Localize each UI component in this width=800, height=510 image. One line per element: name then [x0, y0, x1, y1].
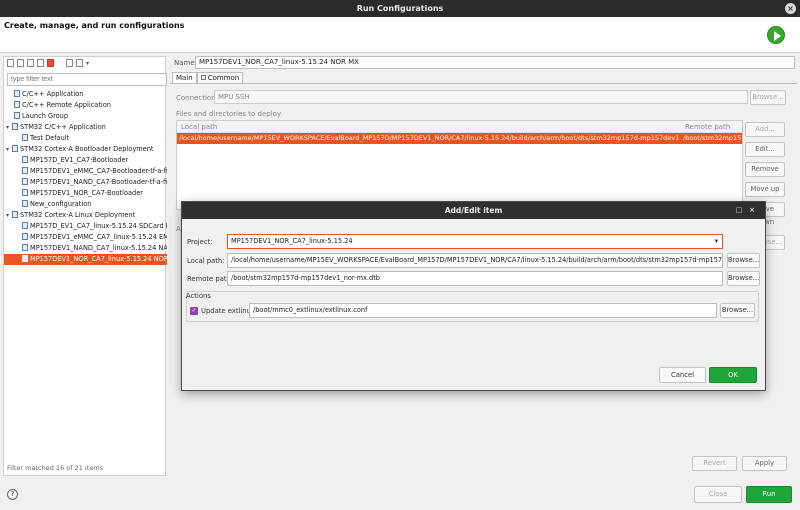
cancel-button[interactable]: Cancel: [659, 367, 706, 383]
tree-item[interactable]: New_configuration: [4, 199, 167, 210]
name-field[interactable]: MP157DEV1_NOR_CA7_linux-5.15.24 NOR MX: [195, 56, 795, 69]
config-tree: C/C++ Application C/C++ Remote Applicati…: [4, 89, 167, 265]
files-table: Local path Remote path /local/home/usern…: [176, 120, 743, 210]
config-icon: [22, 200, 28, 207]
config-icon: [22, 167, 28, 174]
actions-label: Actions: [186, 292, 211, 300]
connection-label: Connection:: [176, 94, 218, 102]
new-config-icon[interactable]: [7, 59, 14, 67]
project-select[interactable]: MP157DEV1_NOR_CA7_linux-5.15.24 ▾: [227, 234, 723, 249]
dialog-header: Create, manage, and run configurations: [0, 17, 800, 53]
add-edit-dialog: Add/Edit item □ × Project: MP157DEV1_NOR…: [181, 201, 766, 391]
tree-item[interactable]: MP157DEV1_NOR_CA7-Bootloader: [4, 188, 167, 199]
common-tab-icon: [200, 75, 206, 80]
apply-button[interactable]: Apply: [742, 456, 787, 471]
tree-item[interactable]: C/C++ Remote Application: [4, 100, 167, 111]
filter-status: Filter matched 16 of 21 items: [7, 464, 103, 472]
config-type-icon: [12, 211, 18, 218]
configurations-pane: ▾ C/C++ Application C/C++ Remote Applica…: [3, 56, 167, 476]
dialog-titlebar: Add/Edit item □ ×: [182, 202, 765, 219]
editor-tabs: Main Common: [172, 72, 244, 83]
tree-item-selected[interactable]: MP157DEV1_NOR_CA7_linux-5.15.24 NOR MX: [4, 254, 167, 265]
config-type-icon: [14, 90, 20, 97]
header-subtitle: Create, manage, and run configurations: [4, 21, 185, 30]
config-type-icon: [12, 145, 18, 152]
tree-item[interactable]: MP157DEV1_eMMC_CA7-Bootloader-tf-a-fip-e…: [4, 166, 167, 177]
local-path-browse-button[interactable]: Browse...: [727, 253, 760, 268]
help-icon[interactable]: ?: [7, 489, 18, 500]
run-button[interactable]: Run: [746, 486, 792, 503]
config-icon: [22, 222, 28, 229]
tree-item[interactable]: MP157D_EV1_CA7_linux-5.15.24 SDCard MX: [4, 221, 167, 232]
tree-item[interactable]: MP157DEV1_eMMC_CA7_linux-5.15.24 EMMC M: [4, 232, 167, 243]
duplicate-icon[interactable]: [37, 59, 44, 67]
col-remote-path: Remote path: [685, 123, 731, 131]
config-icon: [22, 178, 28, 185]
add-button[interactable]: Add...: [745, 122, 785, 137]
tree-item[interactable]: MP157DEV1_NAND_CA7_linux-5.15.24 NAND M: [4, 243, 167, 254]
project-label: Project:: [187, 238, 213, 246]
close-button[interactable]: Close: [694, 486, 742, 503]
config-icon: [22, 134, 28, 141]
files-table-header: Local path Remote path: [177, 121, 742, 133]
local-path-label: Local path:: [187, 257, 225, 265]
dialog-close-icon[interactable]: ×: [748, 206, 756, 214]
window-title: Run Configurations: [356, 4, 444, 13]
extlinux-path-field[interactable]: /boot/mmc0_extlinux/extlinux.conf: [249, 303, 717, 318]
filter-input[interactable]: [7, 73, 167, 86]
config-icon: [22, 233, 28, 240]
filter-menu-chevron-icon[interactable]: ▾: [86, 60, 89, 67]
filter-icon[interactable]: [76, 59, 83, 67]
files-label: Files and directories to deploy: [176, 110, 282, 118]
new-prototype-icon[interactable]: [17, 59, 24, 67]
config-icon: [22, 255, 28, 262]
tree-item[interactable]: ▾ STM32 C/C++ Application: [4, 122, 167, 133]
config-type-icon: [12, 123, 18, 130]
chevron-down-icon: ▾: [714, 237, 718, 245]
delete-icon[interactable]: [47, 59, 54, 67]
table-row[interactable]: /local/home/username/MP15EV_WORKSPACE/Ev…: [177, 133, 742, 144]
config-icon: [22, 244, 28, 251]
remote-path-browse-button[interactable]: Browse...: [727, 271, 760, 286]
maximize-icon[interactable]: □: [735, 206, 743, 214]
name-label: Name:: [174, 59, 198, 67]
collapse-all-icon[interactable]: [66, 59, 73, 67]
remote-path-field[interactable]: /boot/stm32mp157d-mp157dev1_nor-mx.dtb: [227, 271, 723, 286]
ok-button[interactable]: OK: [709, 367, 757, 383]
move-up-button[interactable]: Move up: [745, 182, 785, 197]
launch-group-icon: [14, 112, 20, 119]
tree-item[interactable]: MP157D_EV1_CA7-Bootloader: [4, 155, 167, 166]
window-close-button[interactable]: ×: [785, 3, 796, 14]
connection-field[interactable]: MPU SSH: [214, 90, 748, 104]
local-path-field[interactable]: /local/home/username/MP15EV_WORKSPACE/Ev…: [227, 253, 723, 268]
tree-item[interactable]: MP157DEV1_NAND_CA7-Bootloader-tf-a-fip-N…: [4, 177, 167, 188]
config-icon: [22, 156, 28, 163]
row-remote-path: /boot/stm32mp157: [683, 134, 742, 142]
run-icon: [767, 26, 785, 44]
tree-item[interactable]: ▾ STM32 Cortex-A Bootloader Deployment: [4, 144, 167, 155]
col-local-path: Local path: [181, 123, 218, 131]
dialog-title: Add/Edit item: [444, 206, 503, 215]
config-toolbar: ▾: [4, 57, 165, 69]
tree-item[interactable]: ▾ STM32 Cortex-A Linux Deployment: [4, 210, 167, 221]
config-type-icon: [14, 101, 20, 108]
extlinux-browse-button[interactable]: Browse...: [720, 303, 755, 318]
tree-item[interactable]: Test Default: [4, 133, 167, 144]
config-icon: [22, 189, 28, 196]
edit-button[interactable]: Edit...: [745, 142, 785, 157]
export-icon[interactable]: [27, 59, 34, 67]
window-titlebar: Run Configurations ×: [0, 0, 800, 17]
update-extlinux-checkbox[interactable]: ✓: [190, 307, 198, 315]
tree-item[interactable]: C/C++ Application: [4, 89, 167, 100]
tab-common[interactable]: Common: [196, 72, 244, 83]
tree-item[interactable]: Launch Group: [4, 111, 167, 122]
revert-button[interactable]: Revert: [692, 456, 737, 471]
connection-browse-button[interactable]: Browse...: [750, 90, 786, 105]
row-local-path: /local/home/username/MP15EV_WORKSPACE/Ev…: [179, 134, 679, 142]
remove-button[interactable]: Remove: [745, 162, 785, 177]
tab-main[interactable]: Main: [172, 72, 197, 83]
